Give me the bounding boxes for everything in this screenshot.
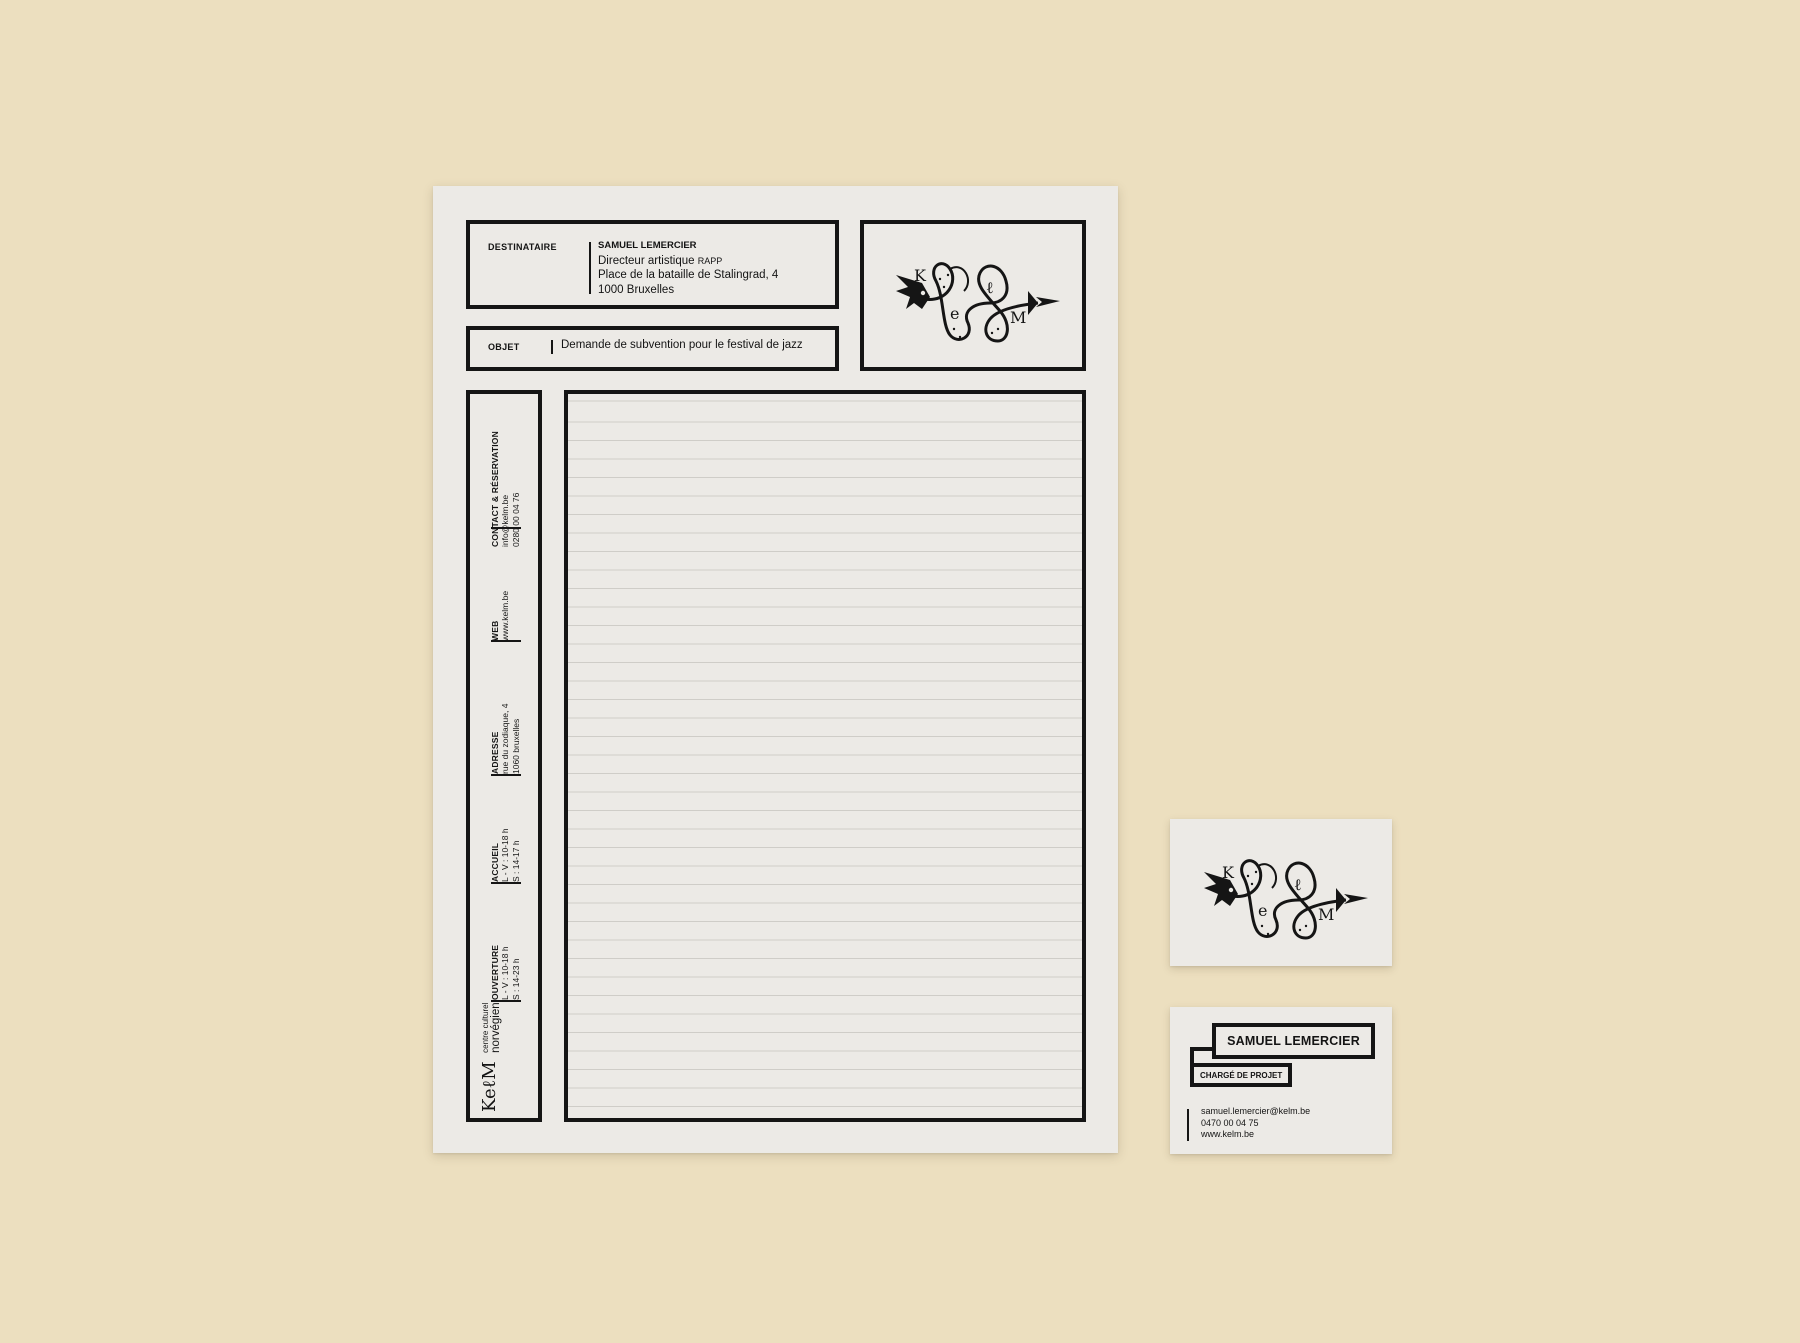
contact-group: CONTACT & RÉSERVATION info@kelm.be 0280 … bbox=[490, 431, 521, 547]
card-role: CHARGÉ DE PROJET bbox=[1200, 1070, 1283, 1080]
brand-tagline-2: norvégien bbox=[490, 1002, 502, 1053]
web-divider bbox=[491, 640, 521, 642]
ouverture-weekdays: L - V : 10-18 h bbox=[500, 946, 510, 1000]
recipient-organization: RAPP bbox=[697, 255, 723, 266]
card-contacts: samuel.lemercier@kelm.be 0470 00 04 75 w… bbox=[1201, 1106, 1310, 1141]
brand-tagline: centre culturel norvégien bbox=[481, 1002, 502, 1053]
letterhead-sheet: DESTINATAIRE SAMUEL LEMERCIER Directeur … bbox=[433, 186, 1118, 1153]
fish-tail-icon bbox=[1336, 887, 1368, 912]
recipient-address: SAMUEL LEMERCIER Directeur artistique RA… bbox=[598, 239, 778, 297]
logo-letter-k: K bbox=[914, 266, 927, 285]
card-email: samuel.lemercier@kelm.be bbox=[1201, 1106, 1311, 1116]
recipient-name: SAMUEL LEMERCIER bbox=[598, 240, 697, 251]
destinataire-label: DESTINATAIRE bbox=[488, 242, 557, 252]
brand-tagline-1: centre culturel bbox=[481, 1002, 490, 1053]
logo-letter-k: K bbox=[1222, 863, 1235, 882]
brand-group: KeℓM centre culturel norvégien bbox=[479, 1002, 502, 1112]
address-group: ADRESSE rue du zodiaque, 4 1060 bruxelle… bbox=[490, 704, 521, 774]
ouverture-label: OUVERTURE bbox=[490, 944, 500, 1000]
business-card-front: K e ℓ M bbox=[1170, 819, 1392, 966]
accueil-label: ACCUEIL bbox=[490, 842, 500, 882]
web-group: WEB www.kelm.be bbox=[490, 591, 511, 641]
subject-text: Demande de subvention pour le festival d… bbox=[561, 339, 803, 351]
ouverture-group: OUVERTURE L - V : 10-18 h S : 14-23 h bbox=[490, 945, 521, 1000]
recipient-box: DESTINATAIRE SAMUEL LEMERCIER Directeur … bbox=[466, 220, 839, 309]
recipient-title: Directeur artistique bbox=[598, 254, 695, 267]
contact-email: info@kelm.be bbox=[500, 494, 510, 547]
subject-divider bbox=[551, 340, 553, 354]
accueil-group: ACCUEIL L - V : 10-18 h S : 14-17 h bbox=[490, 828, 521, 882]
business-card-back: SAMUEL LEMERCIER CHARGÉ DE PROJET samuel… bbox=[1170, 1007, 1392, 1154]
address-divider bbox=[491, 774, 521, 776]
card-contact-divider bbox=[1187, 1109, 1189, 1141]
address-street: rue du zodiaque, 4 bbox=[500, 703, 510, 774]
web-url: www.kelm.be bbox=[500, 590, 510, 641]
card-phone: 0470 00 04 75 bbox=[1201, 1117, 1259, 1128]
ouverture-divider bbox=[491, 1000, 521, 1002]
address-label: ADRESSE bbox=[490, 731, 500, 775]
recipient-street: Place de la bataille de Stalingrad, 4 bbox=[598, 269, 779, 281]
contact-phone: 0280 00 04 76 bbox=[510, 492, 521, 547]
recipient-divider bbox=[589, 242, 591, 294]
card-web: www.kelm.be bbox=[1201, 1129, 1255, 1139]
logo-letter-l: ℓ bbox=[986, 278, 994, 297]
contact-divider bbox=[491, 527, 521, 529]
fish-tail-icon bbox=[1028, 290, 1060, 315]
logo-letter-e: e bbox=[950, 304, 959, 323]
logo-letter-m: M bbox=[1318, 905, 1334, 924]
recipient-city: 1000 Bruxelles bbox=[598, 283, 675, 296]
card-role-box: CHARGÉ DE PROJET bbox=[1190, 1063, 1292, 1087]
card-name-box: SAMUEL LEMERCIER bbox=[1212, 1023, 1375, 1059]
ouverture-saturday: S : 14-23 h bbox=[510, 958, 521, 1000]
card-name: SAMUEL LEMERCIER bbox=[1227, 1034, 1360, 1048]
letterhead-logo-box: K e ℓ M bbox=[860, 220, 1086, 371]
logo-letter-e: e bbox=[1258, 901, 1267, 920]
subject-box: OBJET Demande de subvention pour le fest… bbox=[466, 326, 839, 371]
kelm-logo: K e ℓ M bbox=[896, 261, 1060, 343]
logo-letter-l: ℓ bbox=[1294, 875, 1302, 894]
accueil-saturday: S : 14-17 h bbox=[510, 840, 521, 882]
objet-label: OBJET bbox=[488, 342, 520, 352]
kelm-logo-card: K e ℓ M bbox=[1204, 858, 1368, 940]
accueil-weekdays: L - V : 10-18 h bbox=[500, 828, 510, 882]
brand-mark: KeℓM bbox=[479, 1061, 500, 1112]
recipient-title-line: Directeur artistique RAPP bbox=[598, 254, 778, 269]
logo-letter-m: M bbox=[1010, 308, 1026, 327]
sidebar-info: CONTACT & RÉSERVATION info@kelm.be 0280 … bbox=[466, 390, 542, 1122]
contact-label: CONTACT & RÉSERVATION bbox=[490, 431, 500, 547]
address-city: 1060 bruxelles bbox=[510, 718, 521, 774]
web-label: WEB bbox=[490, 620, 500, 641]
accueil-divider bbox=[491, 882, 521, 884]
letter-body-area[interactable] bbox=[564, 390, 1086, 1122]
